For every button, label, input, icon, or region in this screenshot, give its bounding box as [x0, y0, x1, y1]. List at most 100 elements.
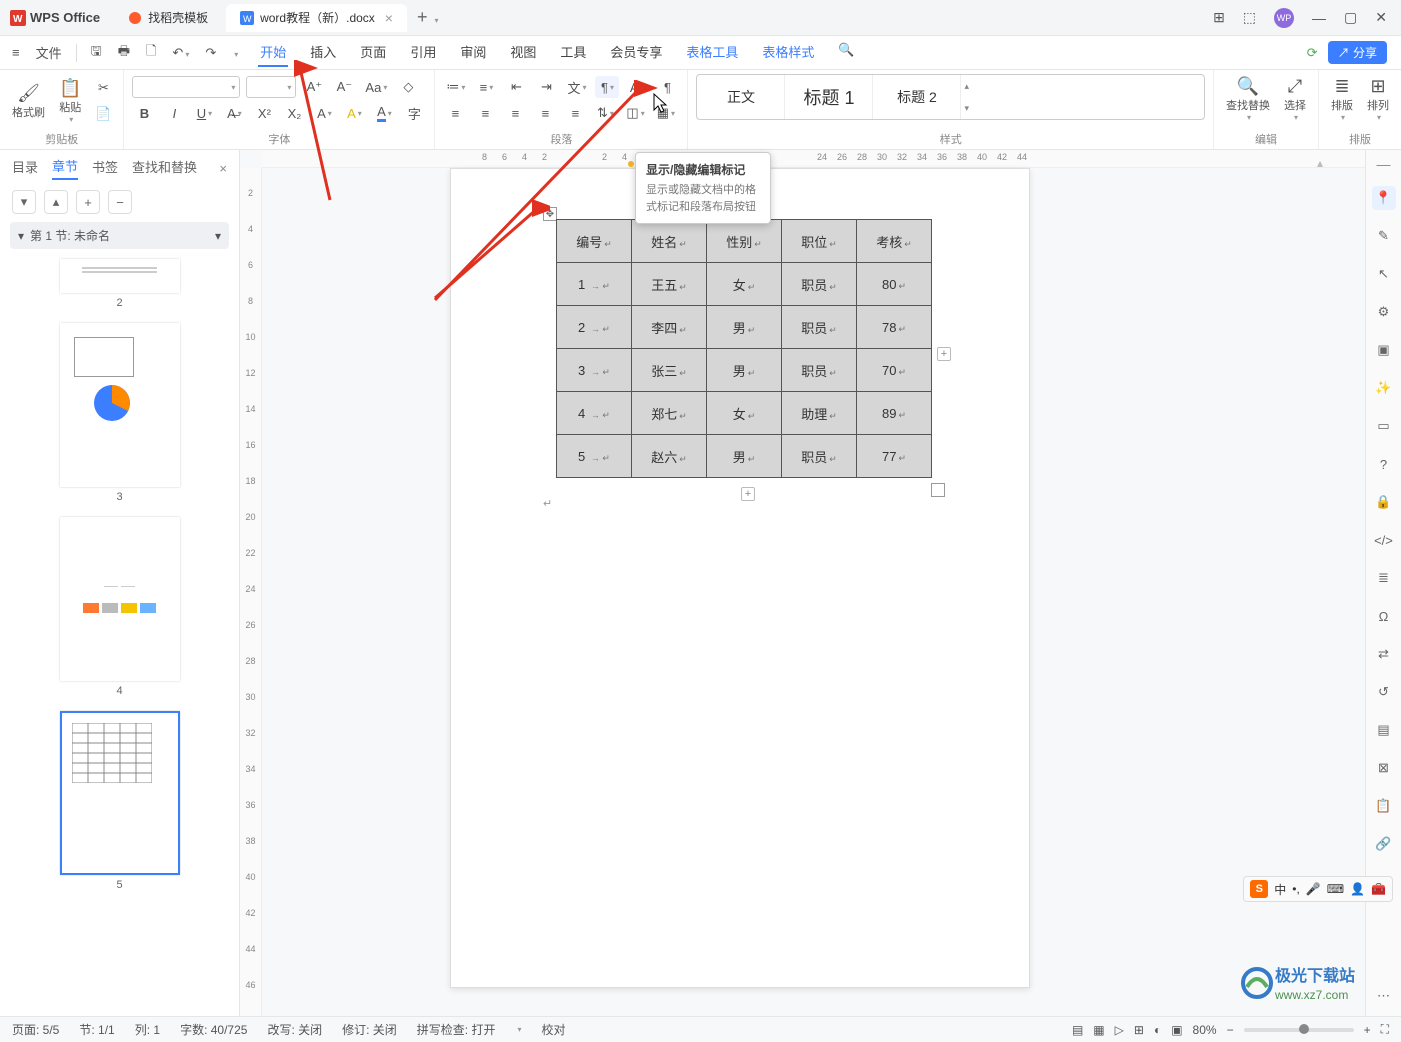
- thumbnail-page-5[interactable]: [60, 711, 180, 875]
- table-cell[interactable]: 男↵: [707, 435, 782, 478]
- table-cell[interactable]: 70↵: [857, 349, 932, 392]
- nav-tab-sections[interactable]: 章节: [52, 156, 78, 180]
- view-outline-icon[interactable]: ▦: [1093, 1023, 1104, 1037]
- exchange-icon[interactable]: ⇄: [1372, 642, 1396, 666]
- thumbnail-page-3[interactable]: [60, 323, 180, 487]
- select-button[interactable]: ⤢选择▾: [1280, 74, 1310, 124]
- print-icon[interactable]: 🖶: [112, 40, 136, 66]
- table-header-cell[interactable]: 编号↵: [557, 220, 632, 263]
- add-row-button[interactable]: +: [741, 487, 755, 501]
- document-page[interactable]: ✥ 编号↵ 姓名↵ 性别↵ 职位↵ 考核↵ 1 → ↵王五↵女↵职员↵80↵ 2…: [450, 168, 1030, 988]
- table-header-cell[interactable]: 性别↵: [707, 220, 782, 263]
- settings-slider-icon[interactable]: ⚙: [1372, 300, 1396, 324]
- table-cell[interactable]: 王五↵: [632, 263, 707, 306]
- scroll-up-icon[interactable]: ▴: [1317, 156, 1323, 170]
- screen-icon[interactable]: ▣: [1372, 338, 1396, 362]
- ime-keyboard-icon[interactable]: ⌨: [1327, 882, 1344, 896]
- nav-expand-icon[interactable]: ▾: [12, 190, 36, 214]
- table-resize-handle[interactable]: [931, 483, 945, 497]
- location-icon[interactable]: 📍: [1372, 186, 1396, 210]
- cut-icon[interactable]: ✂: [91, 77, 115, 99]
- pen-icon[interactable]: ✎: [1372, 224, 1396, 248]
- superscript-icon[interactable]: X²: [252, 102, 276, 124]
- table-cell[interactable]: 80↵: [857, 263, 932, 306]
- close-nav-icon[interactable]: ×: [219, 161, 227, 176]
- underline-icon[interactable]: U▾: [192, 102, 216, 124]
- night-mode-icon[interactable]: ◐: [1154, 1023, 1161, 1037]
- status-section[interactable]: 节: 1/1: [79, 1021, 114, 1038]
- style-normal[interactable]: 正文: [697, 75, 785, 119]
- style-down-icon[interactable]: ▾: [964, 103, 969, 114]
- nav-tab-toc[interactable]: 目录: [12, 157, 38, 179]
- table-cell[interactable]: 78↵: [857, 306, 932, 349]
- maximize-icon[interactable]: ▢: [1344, 9, 1357, 26]
- table-header-cell[interactable]: 职位↵: [782, 220, 857, 263]
- align-distribute-icon[interactable]: ≡: [563, 102, 587, 124]
- ime-toolbar[interactable]: S 中 •, 🎤 ⌨ 👤 🧰: [1243, 876, 1393, 902]
- nav-tab-find[interactable]: 查找和替换: [132, 157, 197, 179]
- table-cell[interactable]: 男↵: [707, 349, 782, 392]
- ime-skin-icon[interactable]: 👤: [1350, 882, 1365, 896]
- table-cell[interactable]: 89↵: [857, 392, 932, 435]
- menu-page[interactable]: 页面: [358, 38, 388, 67]
- collapse-sidebar-icon[interactable]: —: [1377, 156, 1391, 172]
- thumbnail-page-4[interactable]: [60, 517, 180, 681]
- table-cell[interactable]: 女↵: [707, 392, 782, 435]
- table-cell[interactable]: 助理↵: [782, 392, 857, 435]
- more-quick-icon[interactable]: ▾: [226, 43, 244, 62]
- select-tool-icon[interactable]: ↖: [1372, 262, 1396, 286]
- tab-template-store[interactable]: 找稻壳模板: [114, 4, 222, 32]
- hamburger-icon[interactable]: ≡: [6, 43, 26, 62]
- section-item[interactable]: ▾ 第 1 节: 未命名 ▾: [10, 222, 229, 249]
- table-cell[interactable]: 女↵: [707, 263, 782, 306]
- code-icon[interactable]: </>: [1372, 528, 1396, 552]
- table-cell[interactable]: 赵六↵: [632, 435, 707, 478]
- zoom-in-icon[interactable]: +: [1364, 1023, 1371, 1037]
- paste-button[interactable]: 📋粘贴▾: [55, 76, 85, 126]
- ime-punct-icon[interactable]: •,: [1292, 882, 1300, 896]
- table-cell[interactable]: 2 → ↵: [557, 306, 632, 349]
- menu-review[interactable]: 审阅: [458, 38, 488, 67]
- font-size-select[interactable]: ▾: [246, 76, 296, 98]
- search-icon[interactable]: 🔍: [836, 38, 856, 67]
- view-page-icon[interactable]: ▤: [1072, 1023, 1083, 1037]
- status-revision[interactable]: 修订: 关闭: [342, 1021, 397, 1038]
- close-tab-icon[interactable]: ×: [385, 10, 393, 26]
- italic-icon[interactable]: I: [162, 102, 186, 124]
- font-family-select[interactable]: ▾: [132, 76, 240, 98]
- align-center-icon[interactable]: ≡: [473, 102, 497, 124]
- text-direction-icon[interactable]: 文▾: [564, 76, 589, 98]
- font-color-icon[interactable]: A▾: [372, 102, 396, 124]
- zoom-out-icon[interactable]: −: [1227, 1023, 1234, 1037]
- text-effect-icon[interactable]: A▾: [312, 102, 336, 124]
- horizontal-ruler[interactable]: 86422462426283032343638404244: [262, 150, 1365, 168]
- list-icon[interactable]: ≣: [1372, 566, 1396, 590]
- status-review[interactable]: 校对: [541, 1021, 565, 1038]
- table-cell[interactable]: 3 → ↵: [557, 349, 632, 392]
- border-icon[interactable]: ▦▾: [654, 102, 678, 124]
- app-center-icon[interactable]: ⊞: [1213, 9, 1225, 26]
- style-heading2[interactable]: 标题 2: [873, 75, 961, 119]
- print-preview-icon[interactable]: 🗋: [140, 40, 162, 66]
- redo-icon[interactable]: ↷: [199, 43, 222, 63]
- user-avatar[interactable]: WP: [1274, 8, 1294, 28]
- menu-member[interactable]: 会员专享: [608, 38, 664, 67]
- close-window-icon[interactable]: ✕: [1375, 9, 1387, 26]
- menu-insert[interactable]: 插入: [308, 38, 338, 67]
- document-area[interactable]: 2468101214161820222426283032343638404244…: [240, 150, 1365, 1016]
- add-tab-button[interactable]: + ▾: [407, 7, 449, 28]
- book-icon[interactable]: ▭: [1372, 414, 1396, 438]
- typeset-button[interactable]: ≣排版▾: [1327, 74, 1357, 124]
- table-cell[interactable]: 1 → ↵: [557, 263, 632, 306]
- line-spacing-icon[interactable]: ⇅▾: [593, 102, 617, 124]
- table-cell[interactable]: 李四↵: [632, 306, 707, 349]
- data-table[interactable]: 编号↵ 姓名↵ 性别↵ 职位↵ 考核↵ 1 → ↵王五↵女↵职员↵80↵ 2 →…: [556, 219, 932, 478]
- clear-format-icon[interactable]: ◇: [396, 76, 420, 98]
- style-gallery[interactable]: 正文 标题 1 标题 2 ▴▾: [696, 74, 1205, 120]
- menu-view[interactable]: 视图: [508, 38, 538, 67]
- nav-add-icon[interactable]: +: [76, 190, 100, 214]
- menu-table-style[interactable]: 表格样式: [760, 38, 816, 67]
- align-button[interactable]: ⊞排列▾: [1363, 74, 1393, 124]
- app-logo[interactable]: W WPS Office: [0, 10, 110, 26]
- package-icon[interactable]: ⬚: [1243, 9, 1256, 26]
